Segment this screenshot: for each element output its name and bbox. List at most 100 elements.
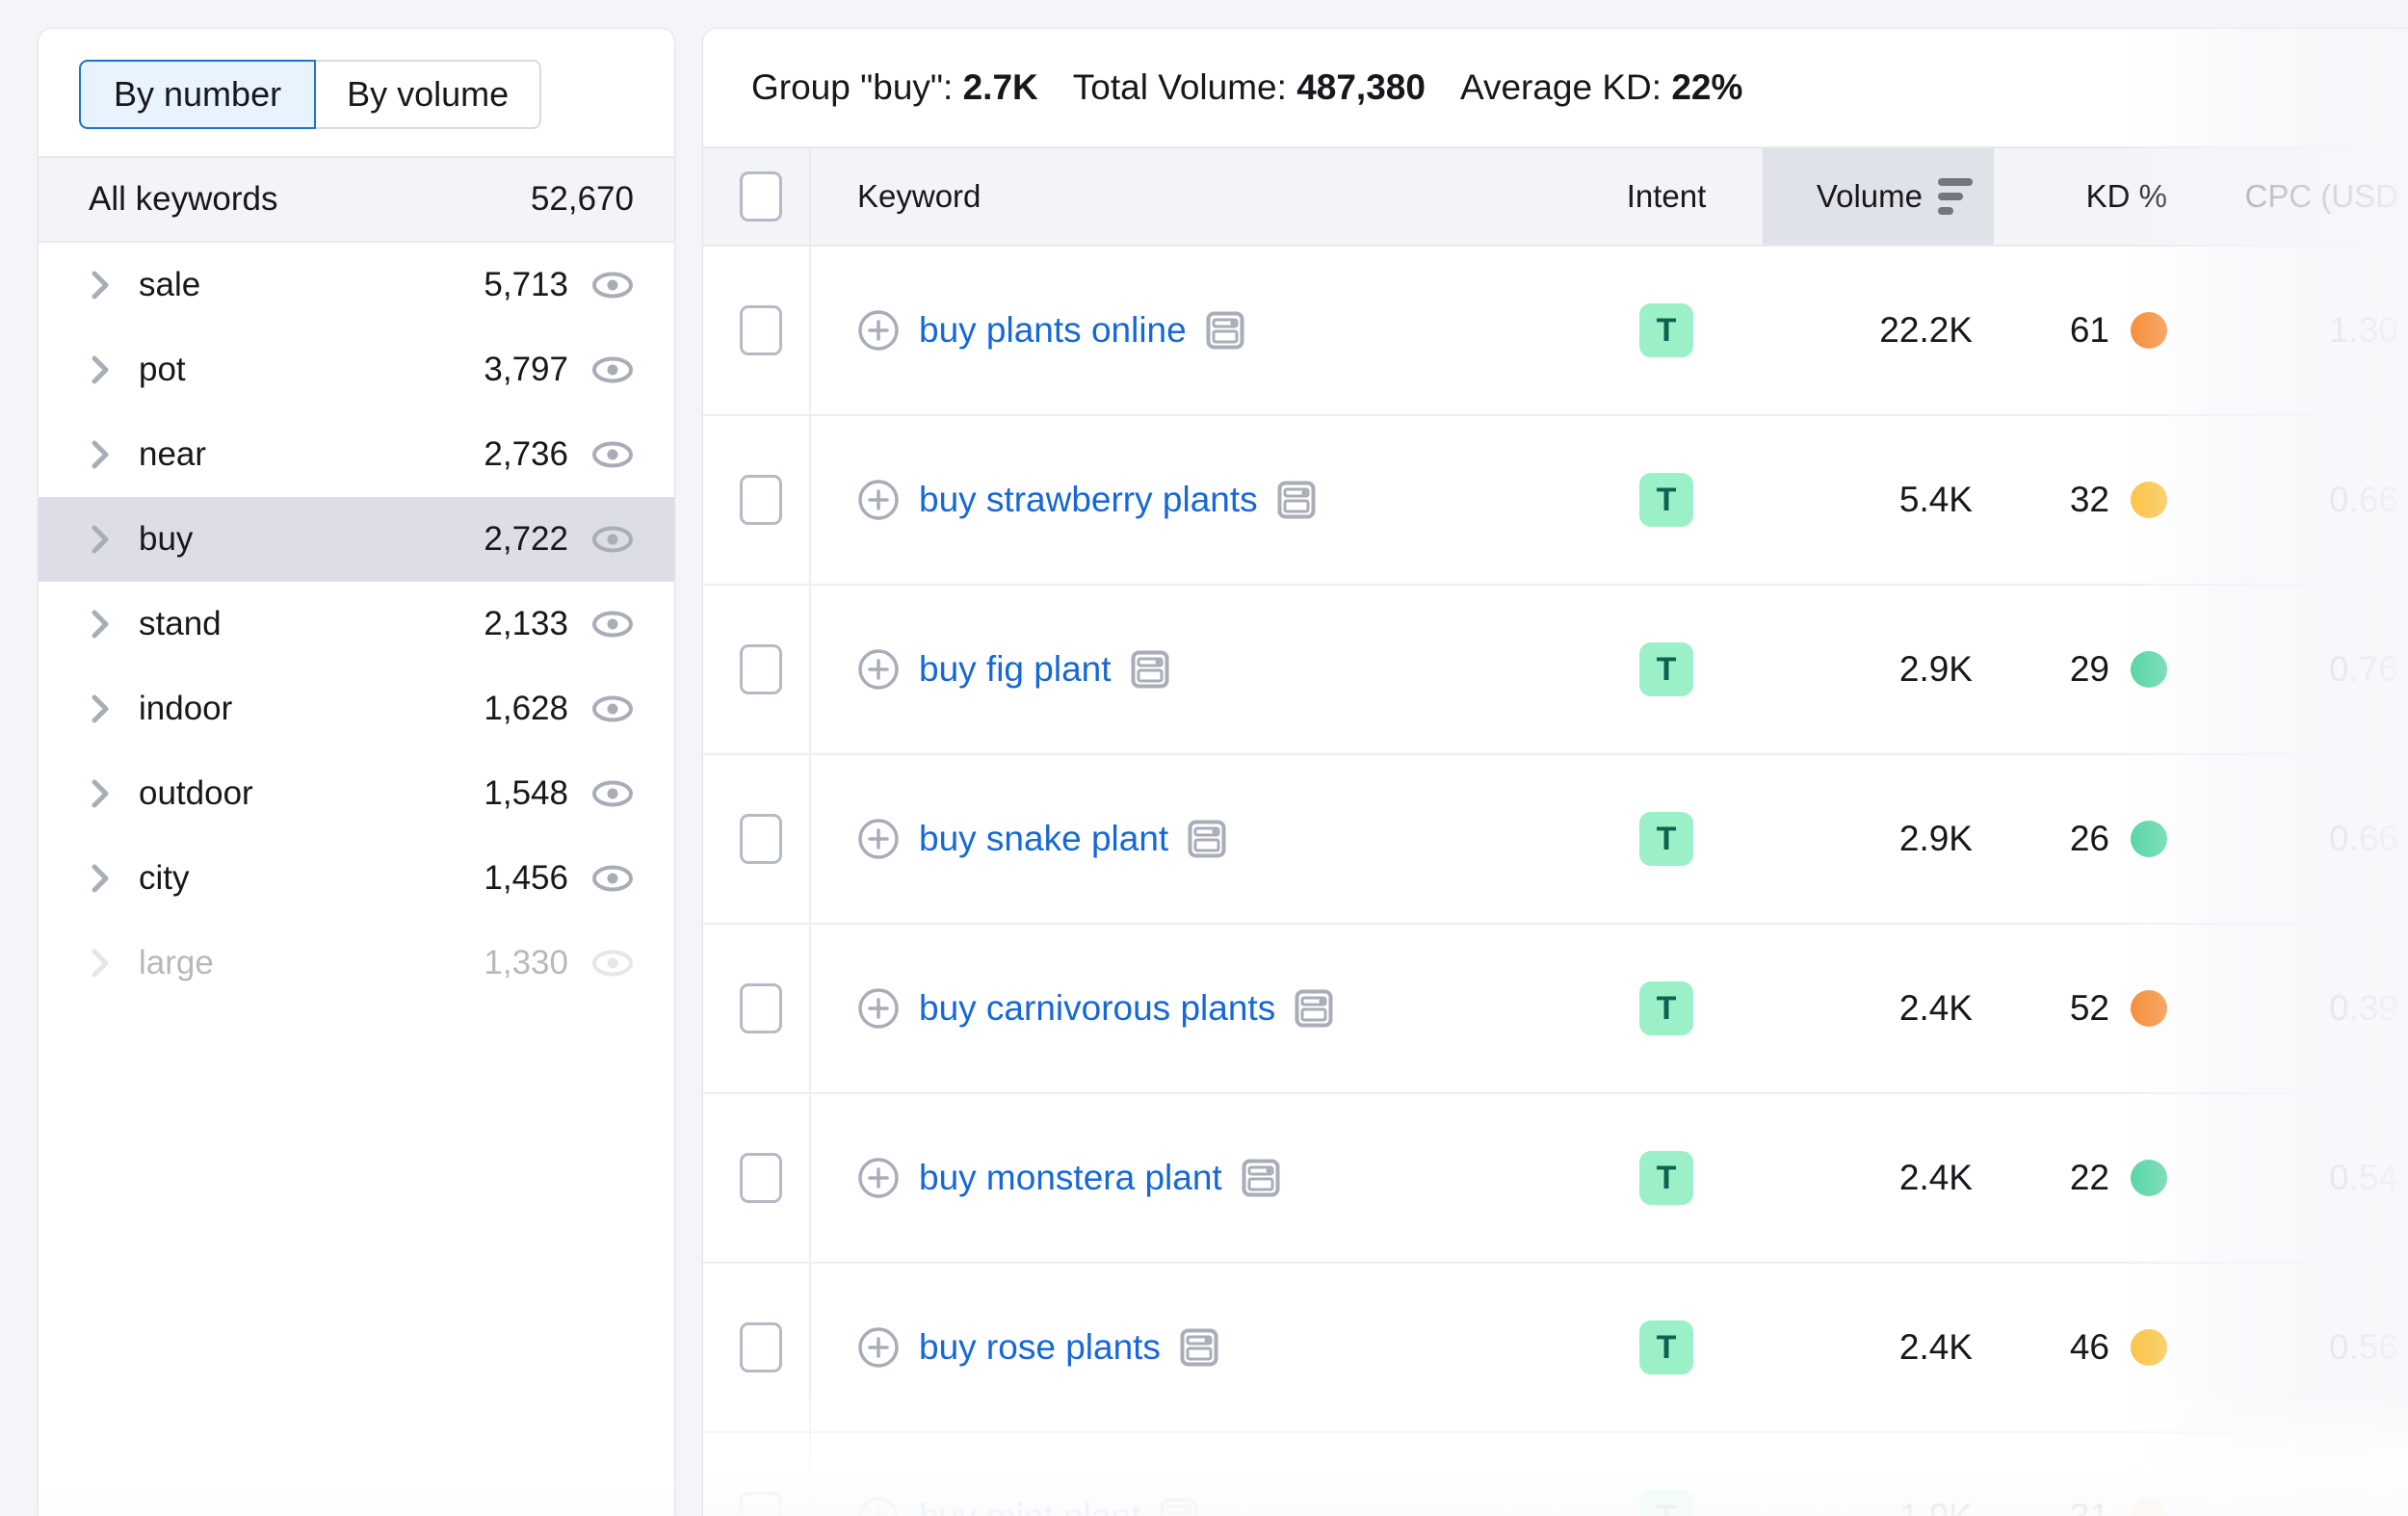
tab-by-volume[interactable]: By volume [314, 60, 542, 129]
group-row[interactable]: sale 5,713 [39, 243, 674, 327]
add-keyword-icon[interactable] [857, 1496, 900, 1516]
group-row[interactable]: near 2,736 [39, 412, 674, 497]
intent-badge[interactable]: T [1639, 642, 1693, 696]
group-row[interactable]: large 1,330 [39, 921, 674, 1006]
kd-cell: 32 [1994, 416, 2186, 584]
row-checkbox[interactable] [740, 475, 782, 525]
column-header-keyword[interactable]: Keyword [809, 148, 1570, 245]
volume-cell: 2.9K [1898, 649, 1973, 689]
column-header-cpc[interactable]: CPC (USD [2186, 148, 2408, 245]
chevron-right-icon[interactable] [89, 610, 114, 639]
serp-preview-icon[interactable] [1206, 311, 1244, 350]
chevron-right-icon[interactable] [89, 440, 114, 469]
chevron-right-icon[interactable] [89, 355, 114, 384]
keyword-link[interactable]: buy plants online [919, 310, 1187, 351]
intent-badge[interactable]: T [1639, 1320, 1693, 1374]
add-keyword-icon[interactable] [857, 479, 900, 521]
eye-icon[interactable] [591, 857, 634, 900]
intent-badge[interactable]: T [1639, 473, 1693, 527]
table-row[interactable]: buy snake plant T 2.9K 26 0.66 [703, 755, 2408, 925]
group-row[interactable]: indoor 1,628 [39, 667, 674, 751]
table-row[interactable]: buy mint plant T 1.9K 31 0.4 [703, 1433, 2408, 1516]
intent-badge[interactable]: T [1639, 1490, 1693, 1516]
column-header-volume[interactable]: Volume [1763, 148, 1994, 245]
group-list: sale 5,713 pot 3,797 near 2,736 buy 2,722 stand 2… [39, 243, 674, 1006]
chevron-right-icon[interactable] [89, 779, 114, 808]
serp-preview-icon[interactable] [1188, 820, 1226, 858]
chevron-right-icon[interactable] [89, 694, 114, 723]
keyword-link[interactable]: buy rose plants [919, 1327, 1161, 1368]
group-row[interactable]: pot 3,797 [39, 327, 674, 412]
row-checkbox[interactable] [740, 305, 782, 355]
eye-icon[interactable] [591, 603, 634, 645]
serp-preview-icon[interactable] [1295, 989, 1333, 1028]
row-checkbox[interactable] [740, 1153, 782, 1203]
eye-icon[interactable] [591, 518, 634, 561]
table-row[interactable]: buy monstera plant T 2.4K 22 0.54 [703, 1094, 2408, 1264]
eye-icon[interactable] [591, 942, 634, 984]
select-all-checkbox[interactable] [740, 171, 782, 222]
add-keyword-icon[interactable] [857, 987, 900, 1030]
eye-icon[interactable] [591, 433, 634, 476]
serp-preview-icon[interactable] [1160, 1498, 1198, 1516]
group-row[interactable]: outdoor 1,548 [39, 751, 674, 836]
keyword-cell: buy strawberry plants [809, 416, 1570, 584]
group-name: city [139, 859, 190, 897]
eye-icon[interactable] [591, 772, 634, 815]
keyword-cell: buy monstera plant [809, 1094, 1570, 1262]
intent-badge[interactable]: T [1639, 812, 1693, 866]
serp-preview-icon[interactable] [1131, 650, 1169, 689]
cpc-cell: 0.66 [2328, 480, 2398, 519]
chevron-right-icon[interactable] [89, 864, 114, 893]
chevron-right-icon[interactable] [89, 271, 114, 300]
add-keyword-icon[interactable] [857, 818, 900, 860]
group-row[interactable]: city 1,456 [39, 836, 674, 921]
eye-icon[interactable] [591, 349, 634, 391]
column-header-intent[interactable]: Intent [1570, 148, 1763, 245]
keyword-cell: buy carnivorous plants [809, 925, 1570, 1092]
add-keyword-icon[interactable] [857, 1326, 900, 1369]
keyword-link[interactable]: buy snake plant [919, 819, 1168, 859]
table-row[interactable]: buy plants online T 22.2K 61 1.30 [703, 247, 2408, 416]
keyword-link[interactable]: buy monstera plant [919, 1158, 1222, 1198]
row-checkbox[interactable] [740, 1322, 782, 1372]
table-row[interactable]: buy fig plant T 2.9K 29 0.76 [703, 586, 2408, 755]
group-count: 3,797 [484, 351, 568, 388]
serp-preview-icon[interactable] [1277, 481, 1316, 519]
intent-badge[interactable]: T [1639, 303, 1693, 357]
volume-cell: 1.9K [1763, 1433, 1994, 1516]
add-keyword-icon[interactable] [857, 648, 900, 691]
chevron-right-icon[interactable] [89, 525, 114, 554]
serp-preview-icon[interactable] [1242, 1159, 1280, 1197]
intent-cell: T [1570, 416, 1763, 584]
group-row[interactable]: stand 2,133 [39, 582, 674, 667]
keyword-link[interactable]: buy strawberry plants [919, 480, 1258, 520]
group-row[interactable]: buy 2,722 [39, 497, 674, 582]
intent-badge[interactable]: T [1639, 981, 1693, 1035]
serp-preview-icon[interactable] [1180, 1328, 1218, 1367]
kd-status-dot [2131, 990, 2167, 1027]
row-checkbox[interactable] [740, 1492, 782, 1516]
intent-badge[interactable]: T [1639, 1151, 1693, 1205]
all-keywords-row[interactable]: All keywords 52,670 [39, 156, 674, 243]
row-checkbox[interactable] [740, 644, 782, 694]
table-row[interactable]: buy strawberry plants T 5.4K 32 0.66 [703, 416, 2408, 586]
tab-by-number[interactable]: By number [79, 60, 317, 129]
keyword-cell: buy plants online [809, 247, 1570, 414]
eye-icon[interactable] [591, 264, 634, 306]
row-checkbox[interactable] [740, 983, 782, 1033]
column-header-kd[interactable]: KD % [1994, 148, 2186, 245]
column-header-kd-label: KD % [2085, 178, 2167, 214]
table-row[interactable]: buy carnivorous plants T 2.4K 52 0.39 [703, 925, 2408, 1094]
add-keyword-icon[interactable] [857, 309, 900, 352]
tab-by-number-label: By number [114, 74, 282, 114]
table-row[interactable]: buy rose plants T 2.4K 46 0.56 [703, 1264, 2408, 1433]
kd-value: 22 [2069, 1158, 2109, 1197]
keyword-link[interactable]: buy fig plant [919, 649, 1112, 690]
keyword-link[interactable]: buy mint plant [919, 1497, 1140, 1516]
chevron-right-icon[interactable] [89, 949, 114, 978]
add-keyword-icon[interactable] [857, 1157, 900, 1199]
eye-icon[interactable] [591, 688, 634, 730]
keyword-link[interactable]: buy carnivorous plants [919, 988, 1275, 1029]
row-checkbox[interactable] [740, 814, 782, 864]
